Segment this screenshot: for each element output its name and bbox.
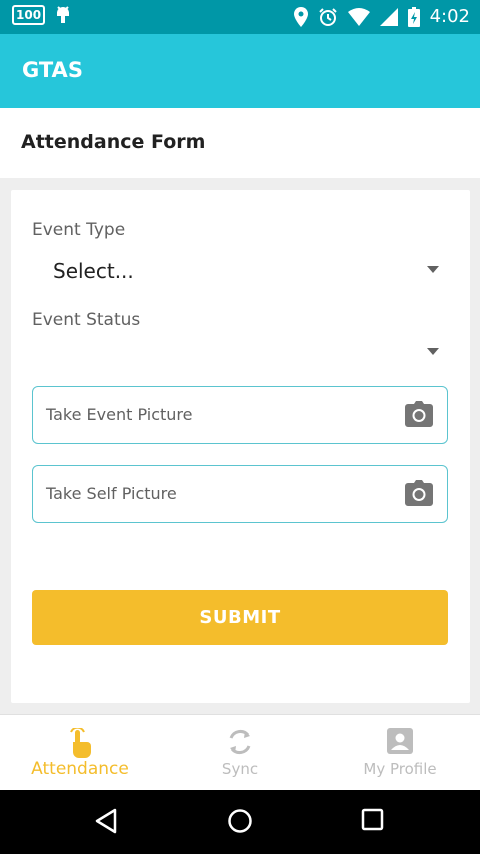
self-picture-field[interactable]: Take Self Picture [32,465,448,523]
camera-icon[interactable] [405,401,433,427]
home-icon[interactable] [227,808,253,834]
status-bar: 100 4:02 [0,0,480,34]
self-picture-label: Take Self Picture [46,484,177,503]
nav-label-my-profile: My Profile [363,760,437,778]
signal-icon [379,8,398,26]
attendance-form-card: Event Type Select... Event Status Take E… [11,190,470,703]
android-debug-icon [57,6,70,23]
event-status-label: Event Status [32,310,141,330]
nav-item-attendance[interactable]: Attendance [0,715,160,790]
location-icon [293,7,308,27]
nav-item-my-profile[interactable]: My Profile [320,715,480,790]
wifi-icon [347,8,370,26]
alarm-icon [318,8,337,26]
battery-charging-icon [407,7,420,27]
event-type-label: Event Type [32,220,126,240]
battery-saver-badge: 100 [12,5,46,25]
back-icon[interactable] [94,808,118,834]
sync-icon [229,730,251,754]
event-status-select[interactable] [32,335,448,375]
event-type-select[interactable]: Select... [32,252,448,292]
nav-item-sync[interactable]: Sync [160,715,320,790]
chevron-down-icon [427,266,439,273]
app-title: GTAS [22,58,83,82]
camera-icon[interactable] [405,480,433,506]
nav-label-attendance: Attendance [31,759,129,779]
submit-button[interactable]: SUBMIT [32,590,448,645]
clock: 4:02 [429,6,470,27]
event-type-value: Select... [53,259,134,283]
nav-label-sync: Sync [221,760,259,778]
form-header: Attendance Form [0,108,480,178]
event-picture-label: Take Event Picture [46,405,193,424]
recents-icon[interactable] [361,808,385,832]
touch-hand-icon [70,728,91,758]
chevron-down-icon [427,348,439,355]
account-box-icon [387,728,413,754]
page-title: Attendance Form [21,131,206,153]
system-navigation-bar [0,790,480,854]
event-picture-field[interactable]: Take Event Picture [32,386,448,444]
app-bar: GTAS [0,34,480,108]
bottom-navigation: Attendance Sync My Profile [0,714,480,790]
